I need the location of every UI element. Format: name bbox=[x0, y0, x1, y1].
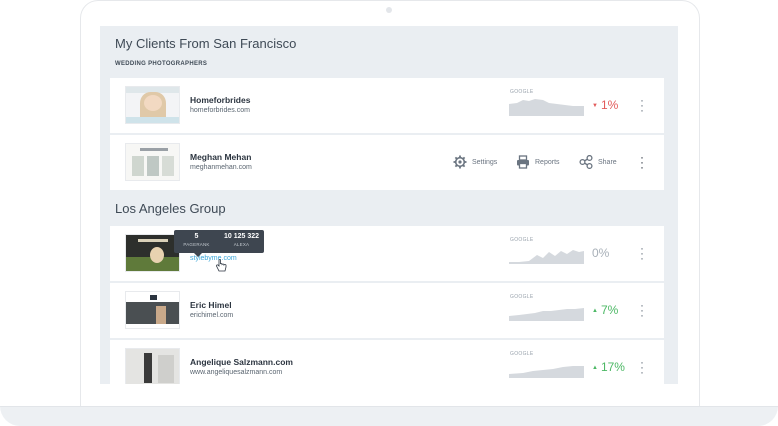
site-thumbnail bbox=[125, 143, 180, 181]
client-url[interactable]: homeforbrides.com bbox=[190, 107, 250, 114]
client-url[interactable]: www.angeliquesalzmann.com bbox=[190, 369, 282, 376]
pagerank-label: PAGERANK bbox=[183, 242, 210, 247]
more-options-icon[interactable]: · · · bbox=[636, 356, 648, 378]
rank-change: ▲ 17% bbox=[592, 360, 625, 374]
client-row[interactable]: Homeforbrides homeforbrides.com GOOGLE ▼… bbox=[110, 78, 664, 133]
share-icon bbox=[579, 155, 593, 169]
client-url[interactable]: erichimel.com bbox=[190, 312, 233, 319]
alexa-value: 10 125 322 bbox=[223, 233, 260, 240]
section-title-la: Los Angeles Group bbox=[115, 201, 226, 216]
app-screen: My Clients From San Francisco WEDDING PH… bbox=[100, 26, 678, 384]
client-url[interactable]: meghanmehan.com bbox=[190, 164, 252, 171]
arrow-up-icon: ▲ bbox=[592, 365, 598, 371]
camera-dot bbox=[386, 7, 392, 13]
client-name[interactable]: Meghan Mehan bbox=[190, 152, 251, 162]
more-options-icon[interactable]: · · · bbox=[636, 151, 648, 173]
gear-icon bbox=[453, 155, 467, 169]
site-thumbnail bbox=[125, 348, 180, 384]
tooltip-pointer bbox=[194, 253, 202, 257]
laptop-base bbox=[0, 406, 778, 426]
printer-icon bbox=[517, 155, 529, 169]
site-thumbnail bbox=[125, 86, 180, 124]
more-options-icon[interactable]: · · · bbox=[636, 299, 648, 321]
more-options-icon[interactable]: · · · bbox=[636, 242, 648, 264]
hand-cursor-icon bbox=[216, 259, 227, 272]
site-thumbnail bbox=[125, 234, 180, 272]
rank-change: 0% bbox=[592, 246, 610, 260]
reports-label: Reports bbox=[535, 158, 560, 166]
share-label: Share bbox=[598, 158, 617, 166]
arrow-down-icon: ▼ bbox=[592, 103, 598, 109]
arrow-up-icon: ▲ bbox=[592, 308, 598, 314]
client-row[interactable]: Angelique Salzmann.com www.angeliquesalz… bbox=[110, 340, 664, 384]
settings-button[interactable]: Settings bbox=[453, 155, 497, 169]
client-name[interactable]: Homeforbrides bbox=[190, 95, 250, 105]
reports-button[interactable]: Reports bbox=[516, 155, 560, 169]
pagerank-value: 5 bbox=[194, 233, 199, 240]
metrics-tooltip: 5 PAGERANK 10 125 322 ALEXA bbox=[174, 230, 264, 257]
rank-change: ▲ 7% bbox=[592, 303, 619, 317]
google-sparkline bbox=[509, 99, 584, 116]
section-title-sf: My Clients From San Francisco bbox=[115, 36, 297, 51]
rank-change: ▼ 1% bbox=[592, 98, 619, 112]
more-options-icon[interactable]: · · · bbox=[636, 94, 648, 116]
section-subtitle: WEDDING PHOTOGRAPHERS bbox=[115, 61, 208, 67]
google-sparkline bbox=[509, 366, 584, 378]
settings-label: Settings bbox=[472, 158, 498, 166]
site-thumbnail bbox=[125, 291, 180, 329]
google-sparkline bbox=[509, 308, 584, 321]
alexa-label: ALEXA bbox=[233, 242, 250, 247]
google-sparkline bbox=[509, 250, 584, 264]
client-name[interactable]: Eric Himel bbox=[190, 300, 232, 310]
client-row[interactable]: Meghan Mehan meghanmehan.com Settings Re… bbox=[110, 135, 664, 190]
client-row[interactable]: Eric Himel erichimel.com GOOGLE ▲ 7% · · · bbox=[110, 283, 664, 338]
client-name[interactable]: Angelique Salzmann.com bbox=[190, 357, 293, 367]
share-button[interactable]: Share bbox=[579, 155, 617, 169]
